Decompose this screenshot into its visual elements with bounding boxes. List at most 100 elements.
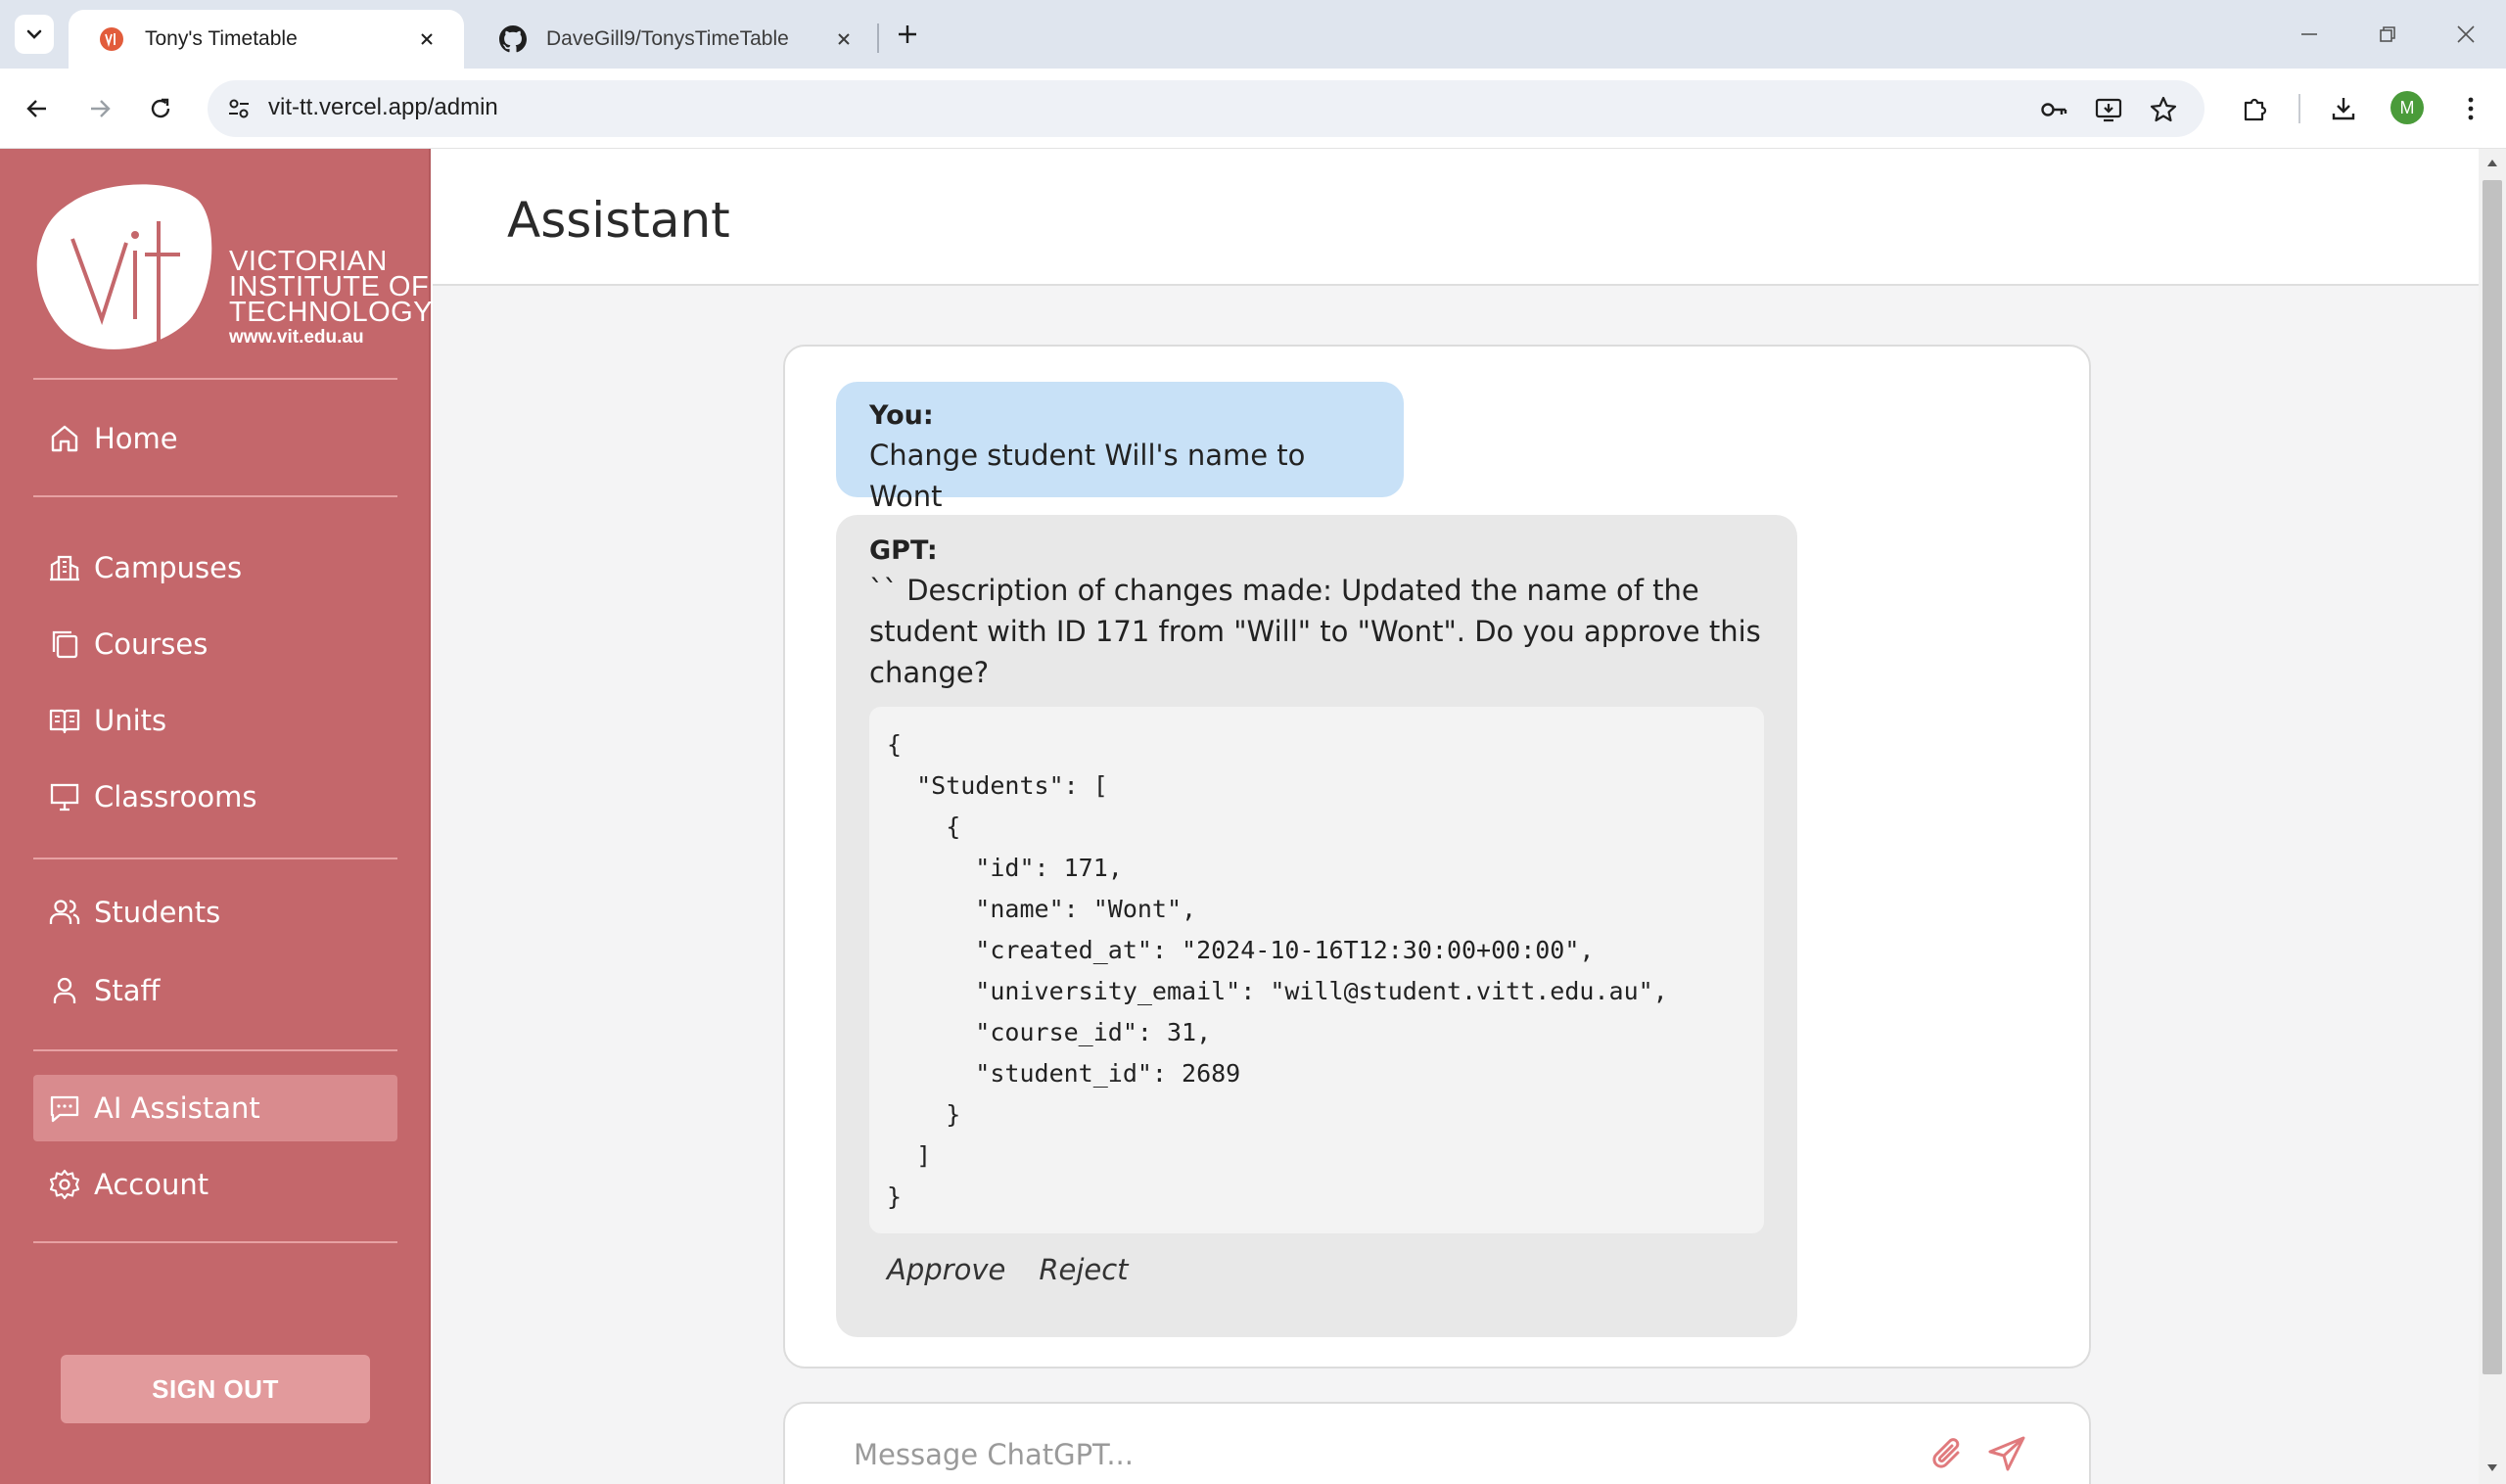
restore-button[interactable]	[2371, 18, 2404, 51]
toolbar-separator	[2298, 94, 2300, 123]
sidebar-item-label: Classrooms	[94, 780, 257, 813]
users-icon	[47, 895, 82, 930]
vit-logo-mark-icon	[36, 184, 212, 358]
profile-avatar[interactable]: M	[2390, 91, 2424, 124]
send-icon	[1988, 1436, 2025, 1471]
kebab-menu-icon	[2468, 97, 2474, 120]
sidebar-item-campuses[interactable]: Campuses	[33, 534, 397, 601]
send-button[interactable]	[1985, 1433, 2028, 1476]
scrollbar-thumb[interactable]	[2483, 180, 2502, 1374]
restore-icon	[2380, 26, 2395, 42]
paperclip-icon	[1932, 1438, 1960, 1468]
reject-button[interactable]: Reject	[1039, 1253, 1128, 1286]
plus-icon	[899, 25, 916, 43]
arrow-right-icon	[91, 100, 111, 117]
sidebar-item-label: Campuses	[94, 551, 243, 584]
sidebar-divider	[33, 1049, 397, 1051]
user-message: You: Change student Will's name to Wont	[836, 382, 1404, 513]
close-tab-icon[interactable]	[415, 27, 439, 51]
tab-github-repo[interactable]: DaveGill9/TonysTimeTable	[470, 10, 881, 69]
browser-tabstrip: Tony's Timetable DaveGill9/TonysTimeTabl…	[0, 0, 2506, 69]
campus-icon	[47, 550, 82, 585]
sidebar-item-ai-assistant[interactable]: AI Assistant	[33, 1075, 397, 1141]
page-scrollbar[interactable]	[2479, 149, 2506, 1484]
sidebar-item-label: AI Assistant	[94, 1091, 260, 1125]
sidebar-item-staff[interactable]: Staff	[33, 957, 397, 1024]
forward-button[interactable]	[80, 89, 119, 128]
approve-button[interactable]: Approve	[887, 1253, 1005, 1286]
chevron-down-icon	[26, 29, 42, 39]
sidebar-item-label: Staff	[94, 974, 161, 1007]
scroll-down-arrow-icon[interactable]	[2484, 1461, 2500, 1476]
close-icon	[2457, 25, 2475, 43]
sidebar-divider	[33, 495, 397, 497]
extensions-button[interactable]	[2236, 89, 2275, 128]
sidebar-item-label: Account	[94, 1168, 209, 1201]
courses-icon	[47, 626, 82, 662]
sidebar-item-classrooms[interactable]: Classrooms	[33, 764, 397, 830]
sidebar-divider	[33, 1241, 397, 1243]
main-content: Assistant You: Change student Will's nam…	[433, 149, 2479, 1484]
home-icon	[47, 421, 82, 456]
github-icon	[499, 25, 527, 53]
attach-button[interactable]	[1926, 1433, 1970, 1476]
new-tab-button[interactable]	[889, 16, 926, 53]
logo-url: www.vit.edu.au	[229, 327, 364, 348]
minimize-button[interactable]	[2293, 18, 2326, 51]
install-app-icon[interactable]	[2093, 94, 2124, 125]
browser-menu-button[interactable]	[2451, 89, 2490, 128]
logo-line-3: TECHNOLOGY	[229, 297, 434, 328]
downloads-button[interactable]	[2324, 89, 2363, 128]
chat-history[interactable]: You: Change student Will's name to Wont …	[783, 345, 2091, 1368]
arrow-left-icon	[26, 100, 46, 117]
address-bar[interactable]: vit-tt.vercel.app/admin	[208, 80, 2204, 137]
assistant-message: GPT: `` Description of changes made: Upd…	[836, 515, 1797, 1337]
approval-actions: Approve Reject	[869, 1253, 1764, 1286]
password-key-icon[interactable]	[2038, 94, 2069, 125]
user-icon	[47, 973, 82, 1008]
tab-title: DaveGill9/TonysTimeTable	[546, 27, 789, 50]
close-tab-icon[interactable]	[832, 27, 856, 51]
scroll-up-arrow-icon[interactable]	[2484, 155, 2500, 170]
sign-out-button[interactable]: SIGN OUT	[61, 1355, 370, 1423]
chat-icon	[47, 1090, 82, 1126]
message-speaker: GPT:	[869, 535, 938, 566]
message-text: `` Description of changes made: Updated …	[869, 574, 1761, 689]
sidebar-item-label: Courses	[94, 627, 209, 661]
json-code-block: { "Students": [ { "id": 171, "name": "Wo…	[869, 707, 1764, 1233]
sidebar-item-home[interactable]: Home	[33, 405, 397, 472]
browser-toolbar: vit-tt.vercel.app/admin	[0, 69, 2506, 149]
tab-search-button[interactable]	[15, 15, 54, 54]
message-input[interactable]	[854, 1433, 1881, 1476]
sidebar-item-students[interactable]: Students	[33, 879, 397, 946]
sidebar-item-label: Home	[94, 422, 178, 455]
presentation-icon	[47, 779, 82, 814]
book-icon	[47, 703, 82, 738]
sidebar-item-account[interactable]: Account	[33, 1151, 397, 1218]
sidebar-divider	[33, 858, 397, 859]
vit-favicon-icon	[98, 25, 125, 53]
sidebar-divider	[33, 378, 397, 380]
tab-separator	[877, 23, 879, 53]
site-info-icon[interactable]	[221, 91, 256, 126]
download-icon	[2332, 98, 2355, 120]
bookmark-star-icon[interactable]	[2148, 94, 2179, 125]
sidebar-item-label: Units	[94, 704, 167, 737]
tab-title: Tony's Timetable	[145, 27, 298, 50]
reload-button[interactable]	[141, 89, 180, 128]
reload-icon	[151, 98, 170, 118]
tab-tonys-timetable[interactable]: Tony's Timetable	[69, 10, 464, 69]
sidebar-item-courses[interactable]: Courses	[33, 611, 397, 677]
url-text: vit-tt.vercel.app/admin	[268, 94, 498, 120]
sidebar-item-units[interactable]: Units	[33, 687, 397, 754]
sidebar-item-label: Students	[94, 896, 221, 929]
back-button[interactable]	[18, 89, 57, 128]
page-header: Assistant	[433, 149, 2479, 286]
message-composer	[783, 1402, 2091, 1484]
sidebar: VICTORIAN INSTITUTE OF TECHNOLOGY www.vi…	[0, 149, 433, 1484]
minimize-icon	[2301, 33, 2317, 35]
puzzle-icon	[2244, 98, 2267, 121]
vit-logo[interactable]: VICTORIAN INSTITUTE OF TECHNOLOGY www.vi…	[33, 182, 433, 358]
close-window-button[interactable]	[2449, 18, 2483, 51]
page-title: Assistant	[507, 192, 730, 249]
